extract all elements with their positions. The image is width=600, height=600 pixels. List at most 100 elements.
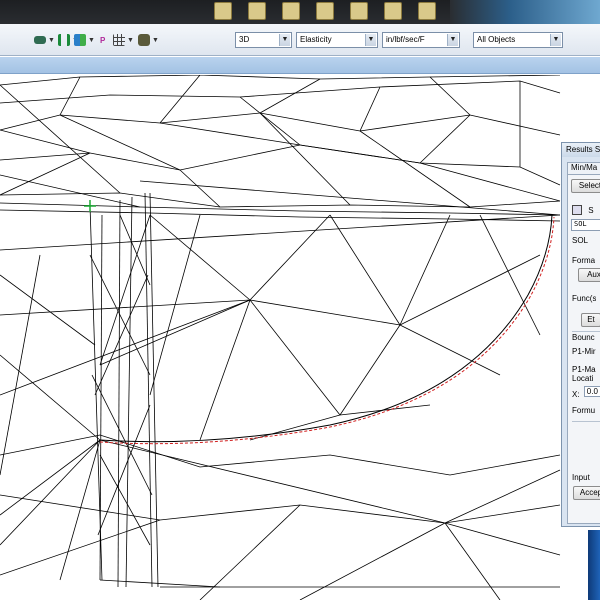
desktop-file-icon[interactable] [248,2,266,20]
object-filter-select[interactable]: All Objects ▼ [473,32,563,48]
formula-label: Formu [572,406,596,415]
mesh-line [0,112,561,136]
p1-max-label: P1-Ma [572,365,596,374]
sol-tag[interactable]: SOL [571,219,600,231]
mesh-line [0,84,121,194]
chevron-down-icon: ▼ [48,36,55,44]
wireframe-mesh [0,75,561,600]
mesh-line [0,299,251,396]
mesh-line [149,214,201,396]
mesh-line [0,202,561,216]
desktop-file-icon[interactable] [282,2,300,20]
desktop-file-icon[interactable] [350,2,368,20]
mesh-line [239,96,301,146]
chevron-down-icon: ▼ [447,34,458,46]
layer-icon [34,36,46,44]
mesh-line [0,439,101,516]
desktop-file-icon[interactable] [214,2,232,20]
mesh-line [0,254,41,476]
mesh-line [429,76,471,116]
chart-tool-button[interactable]: ▼ [74,32,95,48]
results-panel: Results S Min/Ma Select S SOL SOL Forma … [561,142,600,527]
mesh-line [199,299,251,441]
mesh-line [117,199,121,588]
chevron-down-icon: ▼ [279,34,290,46]
mesh-line [444,469,561,524]
mesh-line [149,214,251,301]
mesh-line [249,214,331,301]
result-type-value: Elasticity [300,35,332,44]
grid-view-icon[interactable] [572,205,582,215]
sol-label: SOL [572,236,589,245]
aux-button[interactable]: Aux [578,268,600,282]
divider [572,421,600,422]
x-label: X: [572,390,580,399]
mesh-line [97,404,151,536]
bowl-curve [99,214,553,443]
mesh-line [359,130,471,208]
results-panel-title[interactable]: Results S [562,143,600,157]
mesh-line [0,192,561,208]
mesh-line [259,78,321,114]
func-label: Func(s [572,294,597,303]
desktop-background-corner [588,530,600,600]
desktop-file-icon[interactable] [316,2,334,20]
results-panel-body: Select S SOL SOL Forma Aux Func(s Et Bou… [567,174,600,524]
mesh-line [159,122,301,146]
p-tool-button[interactable]: P [100,32,105,48]
camera-tool-button[interactable]: ▼ [138,32,159,48]
result-type-select[interactable]: Elasticity ▼ [296,32,378,48]
et-button[interactable]: Et [581,313,600,327]
panel-icon-row: S [572,205,594,215]
mesh-line [444,522,561,556]
units-value: in/lbf/sec/F [386,35,425,44]
mesh-line [359,86,381,132]
mesh-line [0,434,561,476]
mesh-line [299,144,421,164]
accept-button[interactable]: Accep [573,486,600,500]
desktop-wallpaper [450,0,600,24]
mesh-line [0,75,561,86]
mesh-line [249,299,401,326]
mesh-line [0,519,161,576]
main-toolbar: ▼ ▼ ▼ P ▼ ▼ 3D ▼ Elasticity ▼ i [0,24,600,56]
input-label: Input [572,473,590,482]
mesh-line [249,299,341,416]
tab-min-max[interactable]: Min/Ma [567,162,600,174]
mesh-line [199,504,301,600]
chevron-down-icon: ▼ [152,36,159,44]
ribbon-band [0,57,600,74]
mesh-line [0,80,561,104]
mesh-line [0,209,561,222]
camera-icon [138,34,150,46]
grid-tool-button[interactable]: ▼ [113,32,134,48]
weld-icon [58,34,70,46]
chevron-down-icon: ▼ [365,34,376,46]
bounds-label: Bounc [572,333,595,342]
mesh-line [329,214,401,326]
desktop-file-icon[interactable] [418,2,436,20]
mesh-line [94,274,149,396]
desktop-file-icon[interactable] [384,2,402,20]
mesh-line [125,196,133,588]
mesh-line [179,169,221,208]
view-mode-value: 3D [239,35,250,44]
x-value-field[interactable]: 0.0 [583,386,600,397]
select-button[interactable]: Select [571,179,600,193]
mesh-line [339,324,401,416]
mesh-line [59,76,81,116]
mesh-line [419,162,561,202]
desktop-strip [0,0,600,24]
mesh-line [419,114,471,164]
mesh-line [299,522,446,600]
mesh-line [99,439,446,524]
graphics-viewport[interactable] [0,75,600,600]
object-filter-value: All Objects [477,35,516,44]
mesh-line [339,404,431,416]
units-select[interactable]: in/lbf/sec/F ▼ [382,32,460,48]
view-mode-select[interactable]: 3D ▼ [235,32,292,48]
mesh-line [139,180,561,216]
chevron-down-icon: ▼ [88,36,95,44]
layer-tool-button[interactable]: ▼ [34,32,55,48]
chevron-down-icon: ▼ [127,36,134,44]
